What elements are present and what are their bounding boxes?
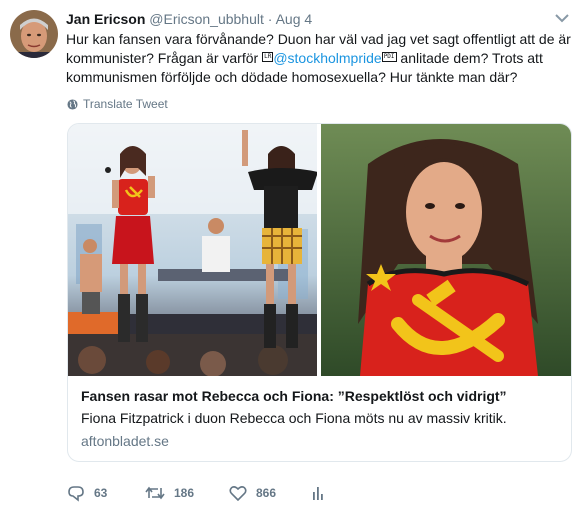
author-handle[interactable]: @Ericson_ubbhult [149,11,264,27]
link-card[interactable]: Fansen rasar mot Rebecca och Fiona: ”Res… [67,123,572,462]
like-count: 866 [256,486,277,500]
retweet-count: 186 [174,486,195,500]
tweet-header: Jan Ericson @Ericson_ubbhult · Aug 4 [66,10,573,30]
tweet-timestamp[interactable]: Aug 4 [276,11,313,27]
reply-button[interactable]: 63 [67,485,145,502]
separator-dot: · [267,11,273,27]
card-body: Fansen rasar mot Rebecca och Fiona: ”Res… [68,376,571,461]
globe-icon [67,98,78,110]
chevron-down-icon[interactable] [555,13,569,23]
card-description: Fiona Fitzpatrick i duon Rebecca och Fio… [81,410,507,426]
translate-tweet-link[interactable]: Translate Tweet [67,97,168,111]
translate-label: Translate Tweet [83,97,168,111]
author-name[interactable]: Jan Ericson [66,11,145,27]
analytics-button[interactable] [311,485,325,501]
card-image [68,124,571,376]
flag-glyph-left: LR [262,52,274,62]
mention-link[interactable]: @stockholmpride [273,50,381,66]
retweet-button[interactable]: 186 [145,485,229,501]
tweet-actions: 63 186 866 [67,484,325,502]
retweet-icon [145,486,165,500]
heart-icon [229,486,247,501]
card-domain: aftonbladet.se [81,433,169,449]
analytics-icon [313,487,323,500]
reply-icon [68,485,84,502]
tweet-text: Hur kan fansen vara förvånande? Duon har… [66,30,576,87]
card-title[interactable]: Fansen rasar mot Rebecca och Fiona: ”Res… [81,387,558,405]
flag-glyph-right: PDI [381,52,397,62]
like-button[interactable]: 866 [229,485,311,501]
reply-count: 63 [94,486,108,500]
author-avatar[interactable] [10,10,58,58]
